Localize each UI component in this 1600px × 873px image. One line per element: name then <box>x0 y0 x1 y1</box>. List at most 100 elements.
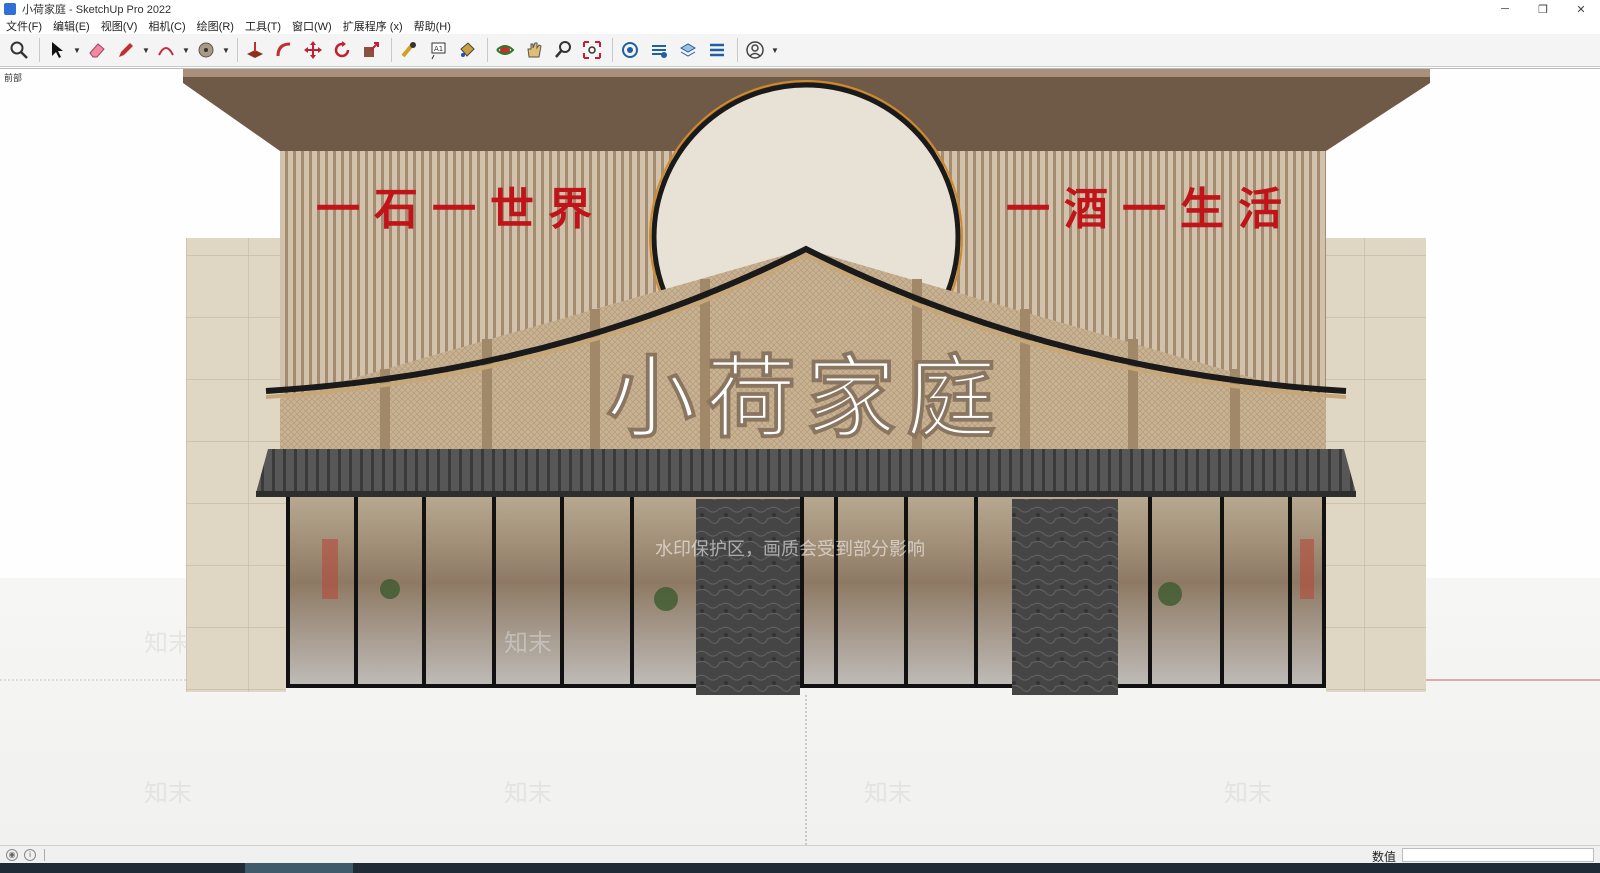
eraser-button[interactable] <box>84 37 110 63</box>
sketchup-app-icon <box>4 3 16 15</box>
scene-tab[interactable]: 前部 <box>4 71 22 84</box>
watermark-text: 水印保护区，画质会受到部分影响 <box>655 539 925 560</box>
menu-edit[interactable]: 编辑(E) <box>53 18 90 34</box>
close-button[interactable]: ✕ <box>1562 0 1600 18</box>
title-bar: 小荷家庭 - SketchUp Pro 2022 ─ ❐ ✕ <box>0 0 1600 18</box>
eraser-icon <box>89 43 105 58</box>
stone-column-right <box>1012 499 1118 695</box>
text-icon: A1 <box>431 42 446 60</box>
move-button[interactable] <box>300 37 326 63</box>
menu-draw[interactable]: 绘图(R) <box>197 18 234 34</box>
zoom-extents-icon <box>583 41 601 59</box>
paint-bucket-icon <box>460 42 475 57</box>
zoom-icon <box>10 41 28 59</box>
menu-bar: 文件(F) 编辑(E) 视图(V) 相机(C) 绘图(R) 工具(T) 窗口(W… <box>0 18 1600 34</box>
zoom-button[interactable] <box>6 37 32 63</box>
right-slogan: 一酒一生活 <box>1006 184 1296 235</box>
circle-tool-icon <box>198 42 214 58</box>
scale-button[interactable] <box>358 37 384 63</box>
layout-button[interactable] <box>675 37 701 63</box>
arc-dropdown[interactable]: ▼ <box>182 37 190 63</box>
paint-bucket-button[interactable] <box>454 37 480 63</box>
restore-button[interactable]: ❐ <box>1524 0 1562 18</box>
watermark-logo: 知末 <box>144 629 192 657</box>
watermark-logo: 知末 <box>504 629 552 657</box>
tile-canopy <box>256 449 1356 493</box>
text-button[interactable]: A1 <box>425 37 451 63</box>
select-icon <box>52 42 63 58</box>
toolbar-separator <box>39 38 40 62</box>
svg-text:A1: A1 <box>434 45 443 53</box>
storefront-model: 一石一世界 一酒一生活 小荷家庭 水印保护区，画质会受到部分影响 知末 知末 知… <box>0 69 1600 845</box>
pan-icon <box>527 42 542 58</box>
orbit-icon <box>496 45 515 55</box>
menu-help[interactable]: 帮助(H) <box>414 18 451 34</box>
restore-icon: ❐ <box>1538 3 1548 16</box>
toolbar-separator <box>391 38 392 62</box>
rotate-button[interactable] <box>329 37 355 63</box>
tape-measure-icon <box>401 42 416 58</box>
extension-warehouse-button[interactable] <box>646 37 672 63</box>
model-viewport[interactable]: 前部 一石一世界 一酒一生活 小荷家庭 水印保护区，画质会受到部分影响 知末 知… <box>0 68 1600 845</box>
toolbar-separator <box>737 38 738 62</box>
tape-measure-button[interactable] <box>396 37 422 63</box>
select-dropdown[interactable]: ▼ <box>73 37 81 63</box>
watermark-logo: 知末 <box>864 779 912 807</box>
pencil-dropdown[interactable]: ▼ <box>142 37 150 63</box>
menu-camera[interactable]: 相机(C) <box>148 18 185 34</box>
arc-icon <box>158 47 174 56</box>
os-taskbar <box>0 863 1600 873</box>
select-button[interactable] <box>44 37 70 63</box>
account-button[interactable] <box>742 37 768 63</box>
pan-button[interactable] <box>521 37 547 63</box>
taskbar-item[interactable] <box>245 863 353 873</box>
measurements-input[interactable] <box>1402 848 1594 862</box>
window-title: 小荷家庭 - SketchUp Pro 2022 <box>22 4 172 16</box>
watermark-logo: 知末 <box>1224 779 1272 807</box>
menu-view[interactable]: 视图(V) <box>101 18 138 34</box>
extension-manager-button[interactable] <box>704 37 730 63</box>
extension-manager-icon <box>710 43 724 57</box>
menu-extensions[interactable]: 扩展程序 (x) <box>343 18 403 34</box>
move-icon <box>304 41 322 59</box>
layout-icon <box>679 43 697 57</box>
zoom-tool-icon <box>555 41 571 58</box>
zoom-tool-button[interactable] <box>550 37 576 63</box>
warehouse-button[interactable] <box>617 37 643 63</box>
minimize-button[interactable]: ─ <box>1486 0 1524 18</box>
warehouse-icon <box>622 42 638 58</box>
circle-dropdown[interactable]: ▼ <box>222 37 230 63</box>
window-controls: ─ ❐ ✕ <box>1486 0 1600 18</box>
pencil-button[interactable] <box>113 37 139 63</box>
follow-me-button[interactable] <box>271 37 297 63</box>
push-pull-icon <box>247 42 263 58</box>
geolocation-icon[interactable]: ◉ <box>6 848 18 861</box>
left-slogan: 一石一世界 <box>316 184 606 235</box>
minimize-icon: ─ <box>1501 3 1509 15</box>
shop-sign: 小荷家庭 <box>606 345 1006 451</box>
status-divider <box>44 848 45 861</box>
account-icon <box>746 41 764 59</box>
info-icon[interactable]: i <box>24 848 36 861</box>
watermark-logo: 知末 <box>144 779 192 807</box>
close-icon: ✕ <box>1576 3 1586 16</box>
push-pull-button[interactable] <box>242 37 268 63</box>
pencil-icon <box>119 43 133 57</box>
toolbar-separator <box>612 38 613 62</box>
account-dropdown[interactable]: ▼ <box>771 37 779 63</box>
menu-tools[interactable]: 工具(T) <box>245 18 281 34</box>
circle-button[interactable] <box>193 37 219 63</box>
extension-warehouse-icon <box>652 45 667 58</box>
follow-me-icon <box>276 42 291 57</box>
watermark-logo: 知末 <box>504 779 552 807</box>
status-bar: ◉ i 数值 <box>0 845 1600 864</box>
zoom-extents-button[interactable] <box>579 37 605 63</box>
arc-button[interactable] <box>153 37 179 63</box>
menu-file[interactable]: 文件(F) <box>6 18 42 34</box>
main-toolbar: ▼ ▼ ▼ ▼ A1 ▼ <box>0 34 1600 67</box>
menu-window[interactable]: 窗口(W) <box>292 18 332 34</box>
orbit-button[interactable] <box>492 37 518 63</box>
stone-column-left <box>696 499 800 695</box>
scale-icon <box>364 42 379 57</box>
toolbar-separator <box>487 38 488 62</box>
